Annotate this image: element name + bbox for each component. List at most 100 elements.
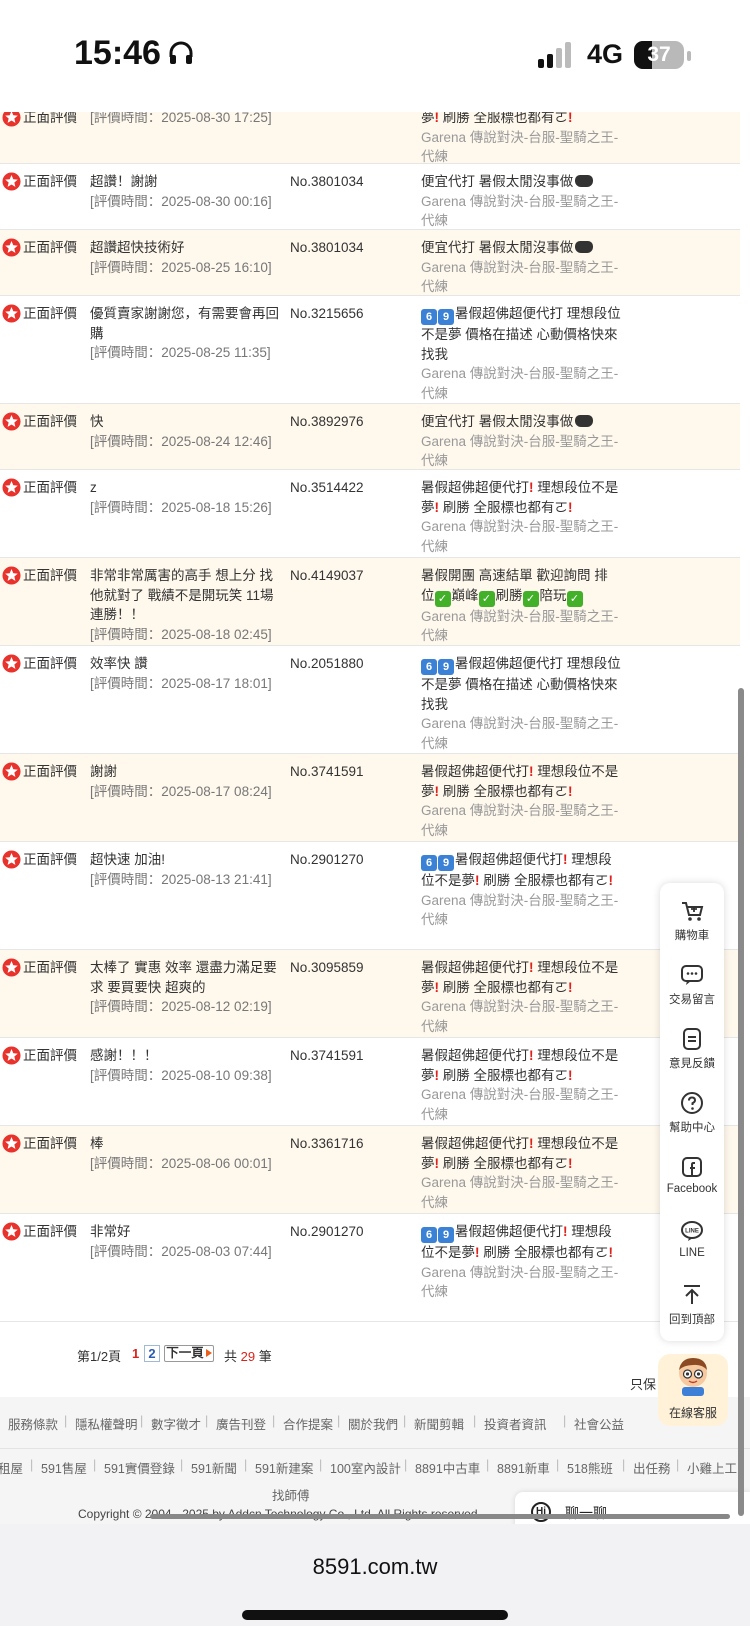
product-info[interactable]: 暑假超佛超便代打! 理想段位不是夢! 刷勝 全服標也都有ㄛ! Garena 傳說對… [421,762,621,840]
order-number[interactable]: No.3741591 [290,762,364,782]
product-info[interactable]: 暑假超佛超便代打! 理想段位不是夢! 刷勝 全服標也都有ㄛ! Garena 傳說對… [421,1134,621,1212]
rating-badge: 正面評價 [2,1222,77,1242]
product-info[interactable]: 暑假開團 高速結單 歡迎詢問 排位 ✓ 巔峰 ✓ 刷勝 ✓ 陪玩 ✓ Garena 傳說對決-台… [421,566,621,646]
product-info[interactable]: 便宜代打 暑假太閒沒事做 Garena 傳說對決-台服-聖騎之王-代練 [421,412,621,471]
page-1-link[interactable]: 1 [132,1346,139,1361]
product-title[interactable]: 暑假超佛超便代打! 理想段位不是夢! 刷勝 全服標也都有ㄛ! [421,1136,618,1171]
product-title[interactable]: 暑假開團 高速結單 歡迎詢問 排位 ✓ 巔峰 ✓ 刷勝 ✓ 陪玩 ✓ [421,568,608,607]
sidebar-item-facebook[interactable]: Facebook [660,1155,724,1195]
product-info[interactable]: 6 9 暑假超佛超便代打! 理想段位不是夢! 刷勝 全服標也都有ㄛ! Garena 傳… [421,1222,621,1302]
footer-link[interactable]: 廣告刊登 [216,1414,266,1433]
product-info[interactable]: 暑假超佛超便代打! 理想段位不是夢! 刷勝 全服標也都有ㄛ! Garena 傳說對… [421,1046,621,1124]
product-info[interactable]: 暑假超佛超便代打! 理想段位不是夢! 刷勝 全服標也都有ㄛ! Garena 傳說對… [421,958,621,1036]
product-title[interactable]: 便宜代打 暑假太閒沒事做 [421,414,594,429]
product-game: Garena 傳說對決-台服-聖騎之王-代練 [421,716,619,751]
product-info[interactable]: 便宜代打 暑假太閒沒事做 Garena 傳說對決-台服-聖騎之王-代練 [421,172,621,231]
product-title[interactable]: 便宜代打 暑假太閒沒事做 [421,240,594,255]
footer-network-link[interactable]: 591實價登錄 [104,1458,175,1477]
order-number[interactable]: No.3215656 [290,304,364,324]
sidebar-item-help[interactable]: 幫助中心 [660,1091,724,1135]
product-title[interactable]: 便宜代打 暑假太閒沒事做 [421,174,594,189]
product-info[interactable]: 6 9 暑假超佛超便代打 理想段位不是夢 價格在描述 心動價格快來找我 Garena … [421,304,621,403]
order-number[interactable]: No.2051880 [290,654,364,674]
footer-network-link[interactable]: 小雞上工 [687,1458,737,1477]
review-time: [評價時間：2025-08-24 12:46] [90,433,272,449]
footer-link[interactable]: 社會公益 [574,1414,624,1433]
sidebar-item-feedback[interactable]: 意見反饋 [660,1027,724,1071]
footer-link[interactable]: 服務條款 [8,1414,58,1433]
sidebar-item-back-to-top[interactable]: 回到頂部 [660,1283,724,1327]
review-time: [評價時間：2025-08-25 16:10] [90,259,272,275]
order-number[interactable]: No.3892976 [290,412,364,432]
footer-link[interactable]: 關於我們 [348,1414,398,1433]
horizontal-scrollbar[interactable] [150,1514,730,1519]
review-time: [評價時間：2025-08-30 00:16] [90,193,272,209]
product-info[interactable]: 6 9 暑假超佛超便代打 理想段位不是夢 價格在描述 心動價格快來找我 Garena … [421,654,621,753]
order-number[interactable]: No.4149037 [290,566,364,586]
rating-label: 正面評價 [23,1224,77,1239]
review-comment: z [評價時間：2025-08-18 15:26] [90,478,282,517]
product-title[interactable]: 6 9 暑假超佛超便代打! 理想段位不是夢! 刷勝 全服標也都有ㄛ! [421,852,613,888]
product-title[interactable]: 暑假超佛超便代打! 理想段位不是夢! 刷勝 全服標也都有ㄛ! [421,1048,618,1083]
product-info[interactable]: 暑假超佛超便代打! 理想段位不是夢! 刷勝 全服標也都有ㄛ! Garena 傳說對… [421,478,621,556]
footer-link[interactable]: 投資者資訊 [484,1414,547,1433]
exclamation-icon: ! [568,979,573,995]
order-number[interactable]: No.2901270 [290,850,364,870]
footer-link[interactable]: 隱私權聲明 [75,1414,138,1433]
order-number[interactable]: No.3095859 [290,958,364,978]
sidebar-item-cart[interactable]: 購物車 [660,899,724,943]
footer-separator: | [319,1458,323,1472]
footer-separator: | [486,1458,490,1472]
sidebar-item-label: 意見反饋 [669,1058,715,1070]
product-info[interactable]: 6 9 暑假超佛超便代打! 理想段位不是夢! 刷勝 全服標也都有ㄛ! Garena 傳… [421,850,621,930]
order-number[interactable]: No.3514422 [290,478,364,498]
order-number[interactable]: No.2901270 [290,1222,364,1242]
product-title[interactable]: 6 9 暑假超佛超便代打 理想段位不是夢 價格在描述 心動價格快來找我 [421,656,621,712]
order-number[interactable]: No.3801034 [290,172,364,192]
keycap-9-icon: 9 [438,1227,454,1243]
product-info[interactable]: 夢! 刷勝 全服標也都有ㄛ! Garena 傳說對決-台服-聖騎之王-代練 [421,112,621,167]
footer-link-findmaster[interactable]: 找師傅 [272,1485,310,1504]
service-avatar-icon [679,1358,707,1396]
footer-network-link[interactable]: 8891中古車 [415,1458,480,1477]
product-title[interactable]: 6 9 暑假超佛超便代打 理想段位不是夢 價格在描述 心動價格快來找我 [421,306,621,362]
footer-network-link[interactable]: 518熊班 [567,1458,613,1477]
product-title[interactable]: 夢! 刷勝 全服標也都有ㄛ! [421,112,573,125]
footer-link[interactable]: 數字徵才 [151,1414,201,1433]
rating-badge: 正面評價 [2,958,77,978]
footer-network-link[interactable]: 出任務 [633,1458,671,1477]
sidebar-item-line[interactable]: LINE LINE [660,1219,724,1259]
order-number[interactable]: No.3801034 [290,238,364,258]
vertical-scrollbar[interactable] [738,688,744,1516]
review-comment: 棒 [評價時間：2025-08-06 00:01] [90,1134,282,1173]
product-title[interactable]: 暑假超佛超便代打! 理想段位不是夢! 刷勝 全服標也都有ㄛ! [421,480,618,515]
footer-network-link[interactable]: 100室內設計 [330,1458,401,1477]
gamepad-icon [575,241,594,253]
rating-badge: 正面評價 [2,654,77,674]
comment-text: 超快速 加油! [90,852,166,867]
next-page-button[interactable]: 下一頁 [164,1345,214,1362]
sidebar-item-message[interactable]: 交易留言 [660,963,724,1007]
footer-network-link[interactable]: 租屋 [0,1458,23,1477]
exclamation-icon: ! [434,979,440,995]
review-row: 正面評價 非常好 [評價時間：2025-08-03 07:44] No.2901270… [0,1214,740,1322]
review-comment: 超讚超快技術好 [評價時間：2025-08-25 16:10] [90,238,282,277]
footer-link[interactable]: 新聞剪輯 [414,1414,464,1433]
address-bar[interactable]: 8591.com.tw [0,1554,750,1580]
product-info[interactable]: 便宜代打 暑假太閒沒事做 Garena 傳說對決-台服-聖騎之王-代練 [421,238,621,297]
product-title[interactable]: 6 9 暑假超佛超便代打! 理想段位不是夢! 刷勝 全服標也都有ㄛ! [421,1224,613,1260]
order-number[interactable]: No.3361716 [290,1134,364,1154]
footer-link[interactable]: 合作提案 [283,1414,333,1433]
online-service-button[interactable]: 在線客服 [658,1354,728,1426]
order-number[interactable]: No.3741591 [290,1046,364,1066]
footer-network-link[interactable]: 591新建案 [255,1458,313,1477]
keycap-9-icon: 9 [438,855,454,871]
review-time: [評價時間：2025-08-12 02:19] [90,999,272,1014]
footer-network-link[interactable]: 591新聞 [191,1458,237,1477]
total-suffix: 筆 [258,1349,272,1364]
footer-network-link[interactable]: 8891新車 [497,1458,550,1477]
product-title[interactable]: 暑假超佛超便代打! 理想段位不是夢! 刷勝 全服標也都有ㄛ! [421,960,618,995]
footer-network-link[interactable]: 591售屋 [41,1458,87,1477]
product-title[interactable]: 暑假超佛超便代打! 理想段位不是夢! 刷勝 全服標也都有ㄛ! [421,764,618,799]
page-2-link[interactable]: 2 [144,1345,160,1362]
